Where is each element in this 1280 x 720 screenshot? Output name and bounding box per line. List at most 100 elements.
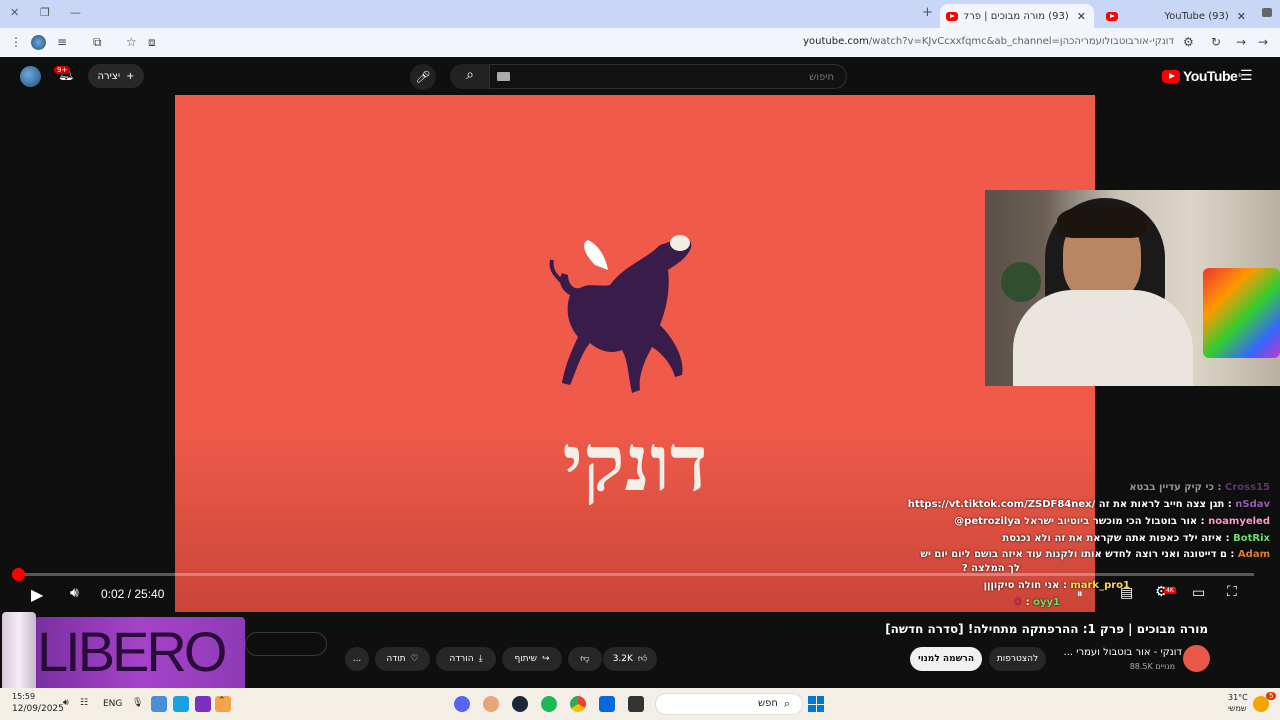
minimize-window-icon[interactable]: — — [70, 6, 81, 19]
bookmark-star-icon[interactable]: ☆ — [126, 35, 137, 49]
extensions-icon[interactable]: ⧉ — [93, 35, 102, 50]
youtube-play-logo-icon — [1162, 69, 1180, 83]
chat-message: כי קיק עדיין בבטא : Cross15 — [1129, 482, 1270, 493]
like-button[interactable]: 3.2K 👍︎ — [603, 647, 657, 671]
thanks-button[interactable]: תודה ♡ — [375, 647, 430, 671]
join-button[interactable]: להצטרפות — [989, 647, 1046, 671]
weather-temp[interactable]: 31°C — [1228, 693, 1248, 702]
chat-message: https://vt.tiktok.com/ZSDF84nex/ תגן צצה… — [907, 499, 1270, 510]
restore-window-icon[interactable]: ❐ — [40, 6, 50, 19]
taskbar-search[interactable]: חפש ⌕ — [655, 693, 803, 715]
chat-message: אני חולה סיקוןןן : mark_pro1 — [983, 580, 1130, 591]
youtube-logo[interactable]: YouTube IL — [1162, 68, 1242, 84]
tab-search-list-icon[interactable]: ≡ — [57, 35, 67, 49]
close-tab-icon[interactable]: ✕ — [1237, 10, 1246, 23]
close-tab-icon[interactable]: ✕ — [1077, 10, 1086, 23]
avatar[interactable] — [20, 66, 41, 87]
app-taskbar-icon[interactable] — [628, 696, 644, 712]
new-tab-button[interactable]: + — [922, 5, 933, 20]
channel-name[interactable]: דונקי - אור בוטבול ועמרי ... — [1064, 647, 1182, 658]
volume-icon[interactable]: 🔊︎ — [70, 585, 79, 601]
defender-tray-icon[interactable] — [151, 696, 167, 712]
browser-tab-bar: ✕ ❐ — + ✕ (93) מורה מבוכים | פרק 1: ההרפ… — [0, 0, 1280, 28]
fullscreen-icon[interactable]: ⛶ — [1227, 584, 1237, 600]
search-box — [489, 64, 847, 89]
chat-message: איזה ילד כאפות אתה שקראת את זה ולא נכנסת… — [1002, 533, 1270, 544]
wifi-icon[interactable]: ☷ — [80, 698, 88, 708]
microphone-tray-icon[interactable]: 🎙︎ — [132, 698, 143, 708]
close-window-icon[interactable]: ✕ — [10, 6, 19, 19]
search-input[interactable] — [490, 66, 846, 89]
progress-scrubber[interactable] — [12, 568, 25, 581]
thanks-label: תודה — [386, 654, 406, 664]
streamer-hair — [1057, 204, 1147, 238]
chat-message: @petrozilya אור בוטבול הכי מוכשר ביוטיוב… — [954, 516, 1270, 527]
volume-tray-icon[interactable]: 🔊︎ — [63, 698, 69, 708]
download-button[interactable]: הורדה ⤓ — [436, 647, 496, 671]
autoplay-toggle-icon[interactable]: ⏸︎ — [1077, 587, 1083, 601]
weather-desc: שמשי — [1228, 704, 1247, 713]
chat-message: ם דייטונה ואני רוצה לחדש אותו ולקנות עוד… — [920, 549, 1270, 560]
tab-youtube[interactable]: ✕ (93) YouTube — [1100, 4, 1254, 28]
video-progress-bar[interactable] — [12, 568, 1254, 581]
channel-avatar[interactable] — [1183, 645, 1210, 672]
site-settings-icon[interactable]: ⚙ — [1183, 35, 1194, 49]
keyboard-icon[interactable] — [497, 72, 510, 81]
video-player[interactable]: דונקי — [175, 95, 1095, 612]
guide-menu-icon[interactable]: ☰ — [1240, 68, 1253, 84]
colorful-poster — [1203, 268, 1280, 358]
menu-dots-icon[interactable]: ⋮ — [10, 35, 22, 49]
donkey-wordmark: דונקי — [562, 418, 707, 509]
download-label: הורדה — [449, 654, 474, 664]
reload-icon[interactable]: ↻ — [1211, 35, 1221, 49]
share-label: שיתוף — [514, 654, 537, 664]
share-button[interactable]: שיתוף ↪ — [502, 647, 562, 671]
install-app-icon[interactable]: ⧈ — [148, 35, 156, 50]
language-indicator[interactable]: ENG — [103, 699, 122, 709]
more-actions-button[interactable]: ... — [345, 647, 369, 671]
channel-subscribers: 88.5K מנויים — [1129, 662, 1175, 671]
theater-mode-icon[interactable]: ▭ — [1192, 585, 1205, 601]
spotify-icon[interactable] — [541, 696, 557, 712]
show-hidden-icons-chevron-icon[interactable]: ⌃ — [218, 696, 226, 706]
chrome-icon[interactable] — [570, 696, 586, 712]
libero-brand-text: LIBERO — [37, 620, 227, 683]
onenote-tray-icon[interactable] — [195, 696, 211, 712]
chat-message: ♦ : oyy1 — [1013, 597, 1060, 608]
video-title: מורה מבוכים | פרק 1: ההרפתקה מתחילה! [סד… — [885, 622, 1208, 636]
subtitles-icon[interactable]: ▤ — [1120, 585, 1133, 601]
app-tray-icon[interactable] — [173, 696, 189, 712]
tab-active[interactable]: ✕ (93) מורה מבוכים | פרק 1: ההרפתקה — [940, 4, 1094, 28]
voice-search-mic-icon[interactable]: 🎤︎ — [410, 64, 436, 90]
stream-chat-overlay: כי קיק עדיין בבטא : Cross15 https://vt.t… — [908, 480, 1280, 630]
tab-search-icon[interactable] — [1262, 8, 1272, 17]
dislike-button[interactable]: 👎︎ — [568, 647, 602, 671]
notification-badge: 9+ — [54, 66, 71, 74]
share-arrow-icon: ↪ — [541, 654, 550, 664]
clock-date: 12/09/2025 — [12, 704, 64, 714]
profile-avatar[interactable] — [31, 35, 46, 50]
back-icon[interactable]: → — [1236, 35, 1246, 49]
search-icon: ⌕ — [466, 67, 474, 83]
url-field[interactable]: youtube.com/watch?v=KJvCcxxfqmc&ab_chann… — [803, 36, 1174, 47]
app-taskbar-icon[interactable] — [483, 696, 499, 712]
create-button[interactable]: יצירה + — [88, 64, 144, 88]
youtube-favicon-icon — [946, 11, 958, 21]
time-total: 25:40 — [134, 587, 165, 601]
steam-icon[interactable] — [512, 696, 528, 712]
streamer-shirt — [1013, 290, 1193, 386]
windows-start-icon[interactable] — [808, 696, 824, 712]
forward-icon[interactable]: → — [1258, 35, 1268, 49]
meta-icon[interactable] — [599, 696, 615, 712]
webcam-overlay — [985, 190, 1280, 386]
discord-icon[interactable] — [454, 696, 470, 712]
search-button[interactable]: ⌕ — [450, 64, 490, 89]
comment-box[interactable] — [245, 632, 327, 656]
youtube-logo-text: YouTube — [1183, 68, 1238, 84]
donkey-icon — [549, 235, 692, 393]
windows-taskbar: 15:59 12/09/2025 🔊︎ ☷ ENG 🎙︎ ⌃ חפש ⌕ 31°… — [0, 688, 1280, 720]
donkey-logo-artwork: דונקי — [549, 235, 708, 509]
tab-title: (93) מורה מבוכים | פרק 1: ההרפתקה — [964, 10, 1069, 22]
time-display: 0:02 / 25:40 — [101, 587, 165, 601]
subscribe-button[interactable]: הרשמה למנוי — [910, 647, 982, 671]
